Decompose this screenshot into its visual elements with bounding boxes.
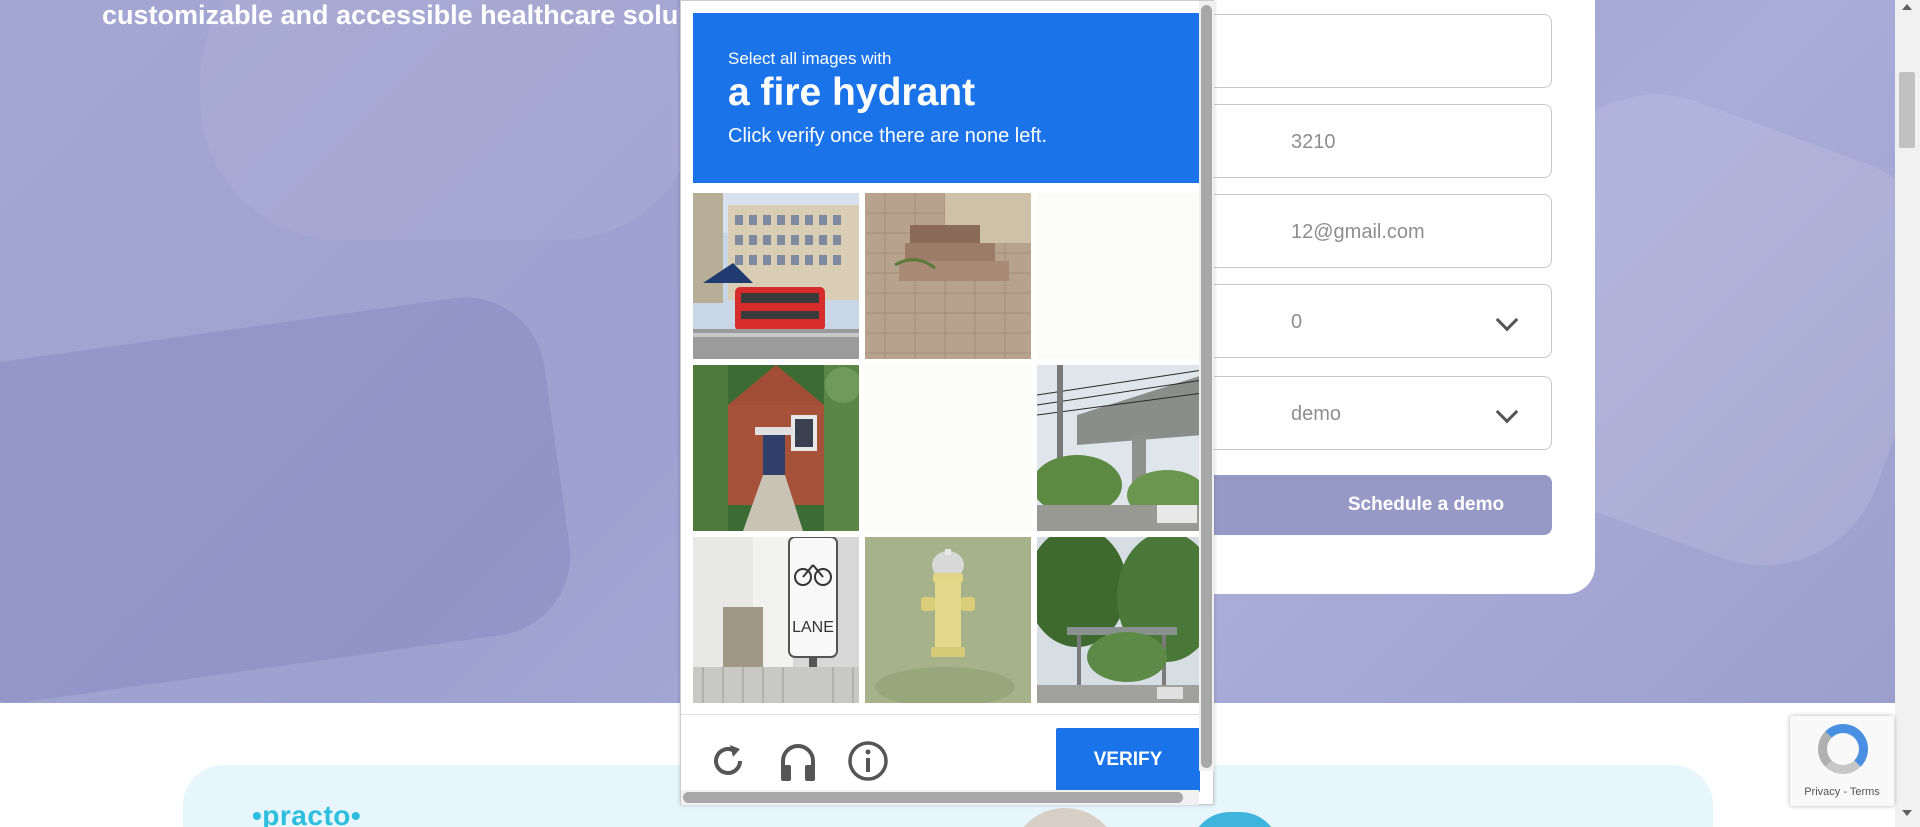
demo-type-select[interactable]: demo bbox=[1160, 376, 1552, 450]
size-select[interactable]: 0 bbox=[1160, 284, 1552, 358]
phone-field-value: 3210 bbox=[1291, 131, 1336, 153]
scroll-down-icon[interactable] bbox=[1902, 810, 1912, 816]
captcha-hint: Click verify once there are none left. bbox=[728, 125, 1048, 147]
captcha-tile-5[interactable] bbox=[865, 365, 1031, 531]
page-scrollbar[interactable] bbox=[1895, 0, 1920, 827]
email-field[interactable]: 12@gmail.com bbox=[1160, 194, 1552, 268]
demo-type-select-value: demo bbox=[1291, 403, 1342, 425]
captcha-tile-3[interactable] bbox=[1037, 193, 1203, 359]
captcha-header: Select all images with a fire hydrant Cl… bbox=[693, 13, 1201, 183]
chevron-down-icon bbox=[1495, 308, 1519, 332]
captcha-horizontal-scrollbar[interactable] bbox=[681, 790, 1199, 805]
captcha-scrollbar-thumb[interactable] bbox=[1201, 5, 1212, 768]
captcha-instruction: Select all images with bbox=[728, 49, 892, 68]
audio-icon[interactable] bbox=[776, 739, 820, 783]
practo-logo: •practo• bbox=[252, 800, 362, 827]
recaptcha-badge[interactable]: Privacy - Terms bbox=[1790, 716, 1894, 806]
name-field[interactable] bbox=[1160, 14, 1552, 88]
info-icon[interactable] bbox=[846, 739, 890, 783]
captcha-footer-divider bbox=[681, 714, 1199, 715]
phone-field[interactable]: 3210 bbox=[1160, 104, 1552, 178]
captcha-tile-9[interactable] bbox=[1037, 537, 1203, 703]
captcha-hscrollbar-thumb[interactable] bbox=[683, 792, 1183, 803]
email-field-value: 12@gmail.com bbox=[1291, 221, 1425, 243]
captcha-tile-2[interactable] bbox=[865, 193, 1031, 359]
chevron-down-icon bbox=[1495, 400, 1519, 424]
verify-button[interactable]: VERIFY bbox=[1056, 728, 1200, 792]
captcha-tile-7[interactable]: LANE bbox=[693, 537, 859, 703]
hero-background-shape bbox=[0, 287, 581, 703]
captcha-target: a fire hydrant bbox=[728, 71, 976, 114]
captcha-vertical-scrollbar[interactable] bbox=[1199, 1, 1214, 771]
svg-text:LANE: LANE bbox=[792, 619, 834, 636]
captcha-tile-6[interactable] bbox=[1037, 365, 1203, 531]
recaptcha-logo-icon bbox=[1818, 724, 1868, 774]
recaptcha-terms[interactable]: Privacy - Terms bbox=[1790, 786, 1894, 798]
reload-icon[interactable] bbox=[706, 739, 750, 783]
hero-heading: customizable and accessible healthcare s… bbox=[102, 0, 679, 30]
captcha-tile-4[interactable] bbox=[693, 365, 859, 531]
hero-background-shape bbox=[200, 0, 700, 240]
captcha-tile-1[interactable] bbox=[693, 193, 859, 359]
scroll-up-icon[interactable] bbox=[1902, 4, 1912, 10]
schedule-demo-button[interactable]: Schedule a demo bbox=[1160, 475, 1552, 535]
page-scrollbar-thumb[interactable] bbox=[1899, 72, 1915, 148]
size-select-value: 0 bbox=[1291, 311, 1303, 333]
captcha-challenge: Select all images with a fire hydrant Cl… bbox=[680, 0, 1214, 805]
captcha-tile-8[interactable] bbox=[865, 537, 1031, 703]
